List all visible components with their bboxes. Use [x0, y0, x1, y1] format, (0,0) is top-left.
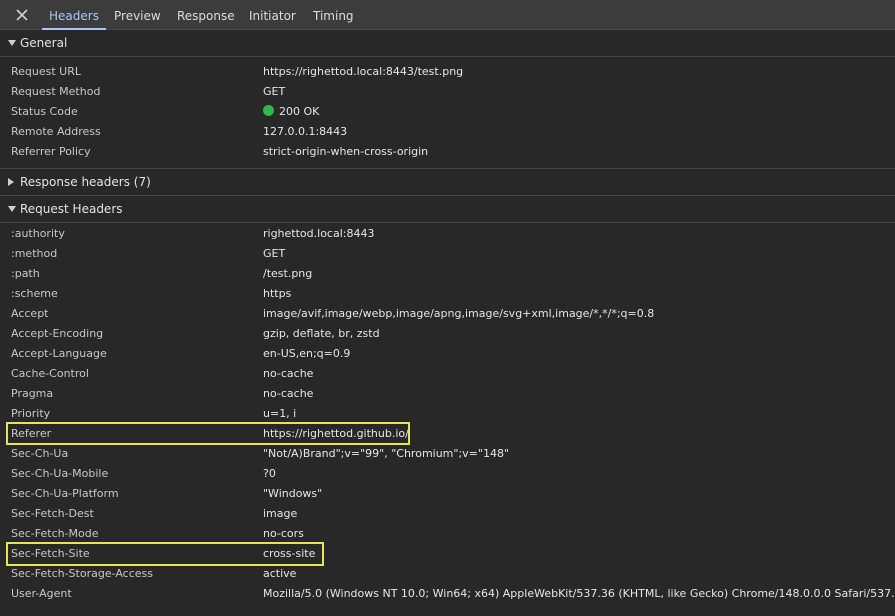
- header-key: :path: [11, 267, 40, 280]
- header-key: Referer: [11, 427, 52, 440]
- header-key: :authority: [11, 227, 65, 240]
- request-header-row: :scheme https: [0, 284, 895, 304]
- tab-preview[interactable]: Preview: [114, 0, 161, 29]
- header-value[interactable]: "Windows": [263, 484, 322, 504]
- expand-triangle-icon: [8, 40, 16, 46]
- header-key: Cache-Control: [11, 367, 89, 380]
- header-value[interactable]: https://righettod.github.io/: [263, 424, 409, 444]
- header-key: Status Code: [11, 105, 78, 118]
- tab-headers[interactable]: Headers: [42, 0, 106, 30]
- header-value[interactable]: no-cache: [263, 384, 313, 404]
- panel-tab-bar: Headers Preview Response Initiator Timin…: [0, 0, 895, 30]
- general-row-referrer-policy: Referrer Policy strict-origin-when-cross…: [0, 142, 895, 162]
- request-header-row: :method GET: [0, 244, 895, 264]
- header-value[interactable]: 127.0.0.1:8443: [263, 122, 347, 142]
- request-header-row: Sec-Ch-Ua-Platform "Windows": [0, 484, 895, 504]
- close-icon[interactable]: [14, 7, 30, 23]
- header-key: Sec-Ch-Ua: [11, 447, 69, 460]
- header-value[interactable]: no-cors: [263, 524, 304, 544]
- header-value[interactable]: strict-origin-when-cross-origin: [263, 142, 428, 162]
- header-value[interactable]: en-US,en;q=0.9: [263, 344, 350, 364]
- tab-initiator[interactable]: Initiator: [249, 0, 296, 29]
- header-key: Sec-Fetch-Storage-Access: [11, 567, 153, 580]
- request-header-row: Pragma no-cache: [0, 384, 895, 404]
- header-value[interactable]: gzip, deflate, br, zstd: [263, 324, 380, 344]
- request-header-row: Sec-Ch-Ua-Mobile ?0: [0, 464, 895, 484]
- request-header-row: Accept image/avif,image/webp,image/apng,i…: [0, 304, 895, 324]
- tab-response[interactable]: Response: [177, 0, 235, 29]
- section-title: Response headers (7): [20, 175, 151, 189]
- header-key: User-Agent: [11, 587, 72, 600]
- header-key: Accept-Encoding: [11, 327, 104, 340]
- header-key: Accept: [11, 307, 49, 320]
- header-value[interactable]: active: [263, 564, 296, 584]
- header-key: Request URL: [11, 65, 82, 78]
- general-row-request-url: Request URL https://righettod.local:8443…: [0, 62, 895, 82]
- header-value[interactable]: image/avif,image/webp,image/apng,image/s…: [263, 304, 654, 324]
- request-header-row: Sec-Ch-Ua "Not/A)Brand";v="99", "Chromium…: [0, 444, 895, 464]
- header-key: Sec-Ch-Ua-Platform: [11, 487, 119, 500]
- header-key: Sec-Ch-Ua-Mobile: [11, 467, 109, 480]
- header-key: Priority: [11, 407, 51, 420]
- header-key: :scheme: [11, 287, 58, 300]
- header-value[interactable]: /test.png: [263, 264, 312, 284]
- section-general-header[interactable]: General: [0, 30, 895, 56]
- section-title: General: [20, 36, 68, 50]
- section-request-headers-header[interactable]: Request Headers: [0, 196, 895, 222]
- header-key: Referrer Policy: [11, 145, 91, 158]
- general-row-remote-address: Remote Address 127.0.0.1:8443: [0, 122, 895, 142]
- divider: [0, 56, 895, 57]
- header-key: Sec-Fetch-Dest: [11, 507, 94, 520]
- request-header-row: Sec-Fetch-Dest image: [0, 504, 895, 524]
- header-value[interactable]: righettod.local:8443: [263, 224, 374, 244]
- header-value[interactable]: ?0: [263, 464, 276, 484]
- header-value[interactable]: Mozilla/5.0 (Windows NT 10.0; Win64; x64…: [263, 584, 895, 604]
- header-value[interactable]: u=1, i: [263, 404, 296, 424]
- header-key: Pragma: [11, 387, 54, 400]
- request-header-row: Sec-Fetch-Storage-Access active: [0, 564, 895, 584]
- header-value[interactable]: GET: [263, 244, 285, 264]
- general-row-status-code: Status Code 200 OK: [0, 102, 895, 122]
- general-row-request-method: Request Method GET: [0, 82, 895, 102]
- request-header-row: Referer https://righettod.github.io/: [0, 424, 895, 444]
- status-value[interactable]: 200 OK: [263, 102, 319, 122]
- header-value[interactable]: "Not/A)Brand";v="99", "Chromium";v="148": [263, 444, 509, 464]
- header-key: Accept-Language: [11, 347, 107, 360]
- section-title: Request Headers: [20, 202, 123, 216]
- header-key: :method: [11, 247, 58, 260]
- request-header-row: :path/test.png: [0, 264, 895, 284]
- request-header-row: Sec-Fetch-Site cross-site: [0, 544, 895, 564]
- status-text: 200 OK: [279, 105, 320, 118]
- request-header-row: Accept-Language en-US,en;q=0.9: [0, 344, 895, 364]
- header-key: Sec-Fetch-Mode: [11, 527, 99, 540]
- header-value[interactable]: cross-site: [263, 544, 315, 564]
- header-value[interactable]: https://righettod.local:8443/test.png: [263, 62, 463, 82]
- divider: [0, 222, 895, 223]
- tab-timing[interactable]: Timing: [313, 0, 354, 29]
- request-header-row: Sec-Fetch-Mode no-cors: [0, 524, 895, 544]
- header-key: Sec-Fetch-Site: [11, 547, 90, 560]
- request-header-row: User-Agent Mozilla/5.0 (Windows NT 10.0; …: [0, 584, 895, 604]
- header-key: Request Method: [11, 85, 101, 98]
- expand-triangle-icon: [8, 206, 16, 212]
- header-key: Remote Address: [11, 125, 101, 138]
- status-ok-dot-icon: [263, 105, 274, 116]
- header-value[interactable]: https: [263, 284, 291, 304]
- request-header-row: Accept-Encoding gzip, deflate, br, zstd: [0, 324, 895, 344]
- request-header-row: :authority righettod.local:8443: [0, 224, 895, 244]
- header-value[interactable]: GET: [263, 82, 285, 102]
- collapse-triangle-icon: [8, 178, 14, 186]
- request-header-row: Priority u=1, i: [0, 404, 895, 424]
- request-header-row: Cache-Control no-cache: [0, 364, 895, 384]
- header-value[interactable]: image: [263, 504, 297, 524]
- section-response-headers-header[interactable]: Response headers (7): [0, 169, 895, 195]
- header-value[interactable]: no-cache: [263, 364, 313, 384]
